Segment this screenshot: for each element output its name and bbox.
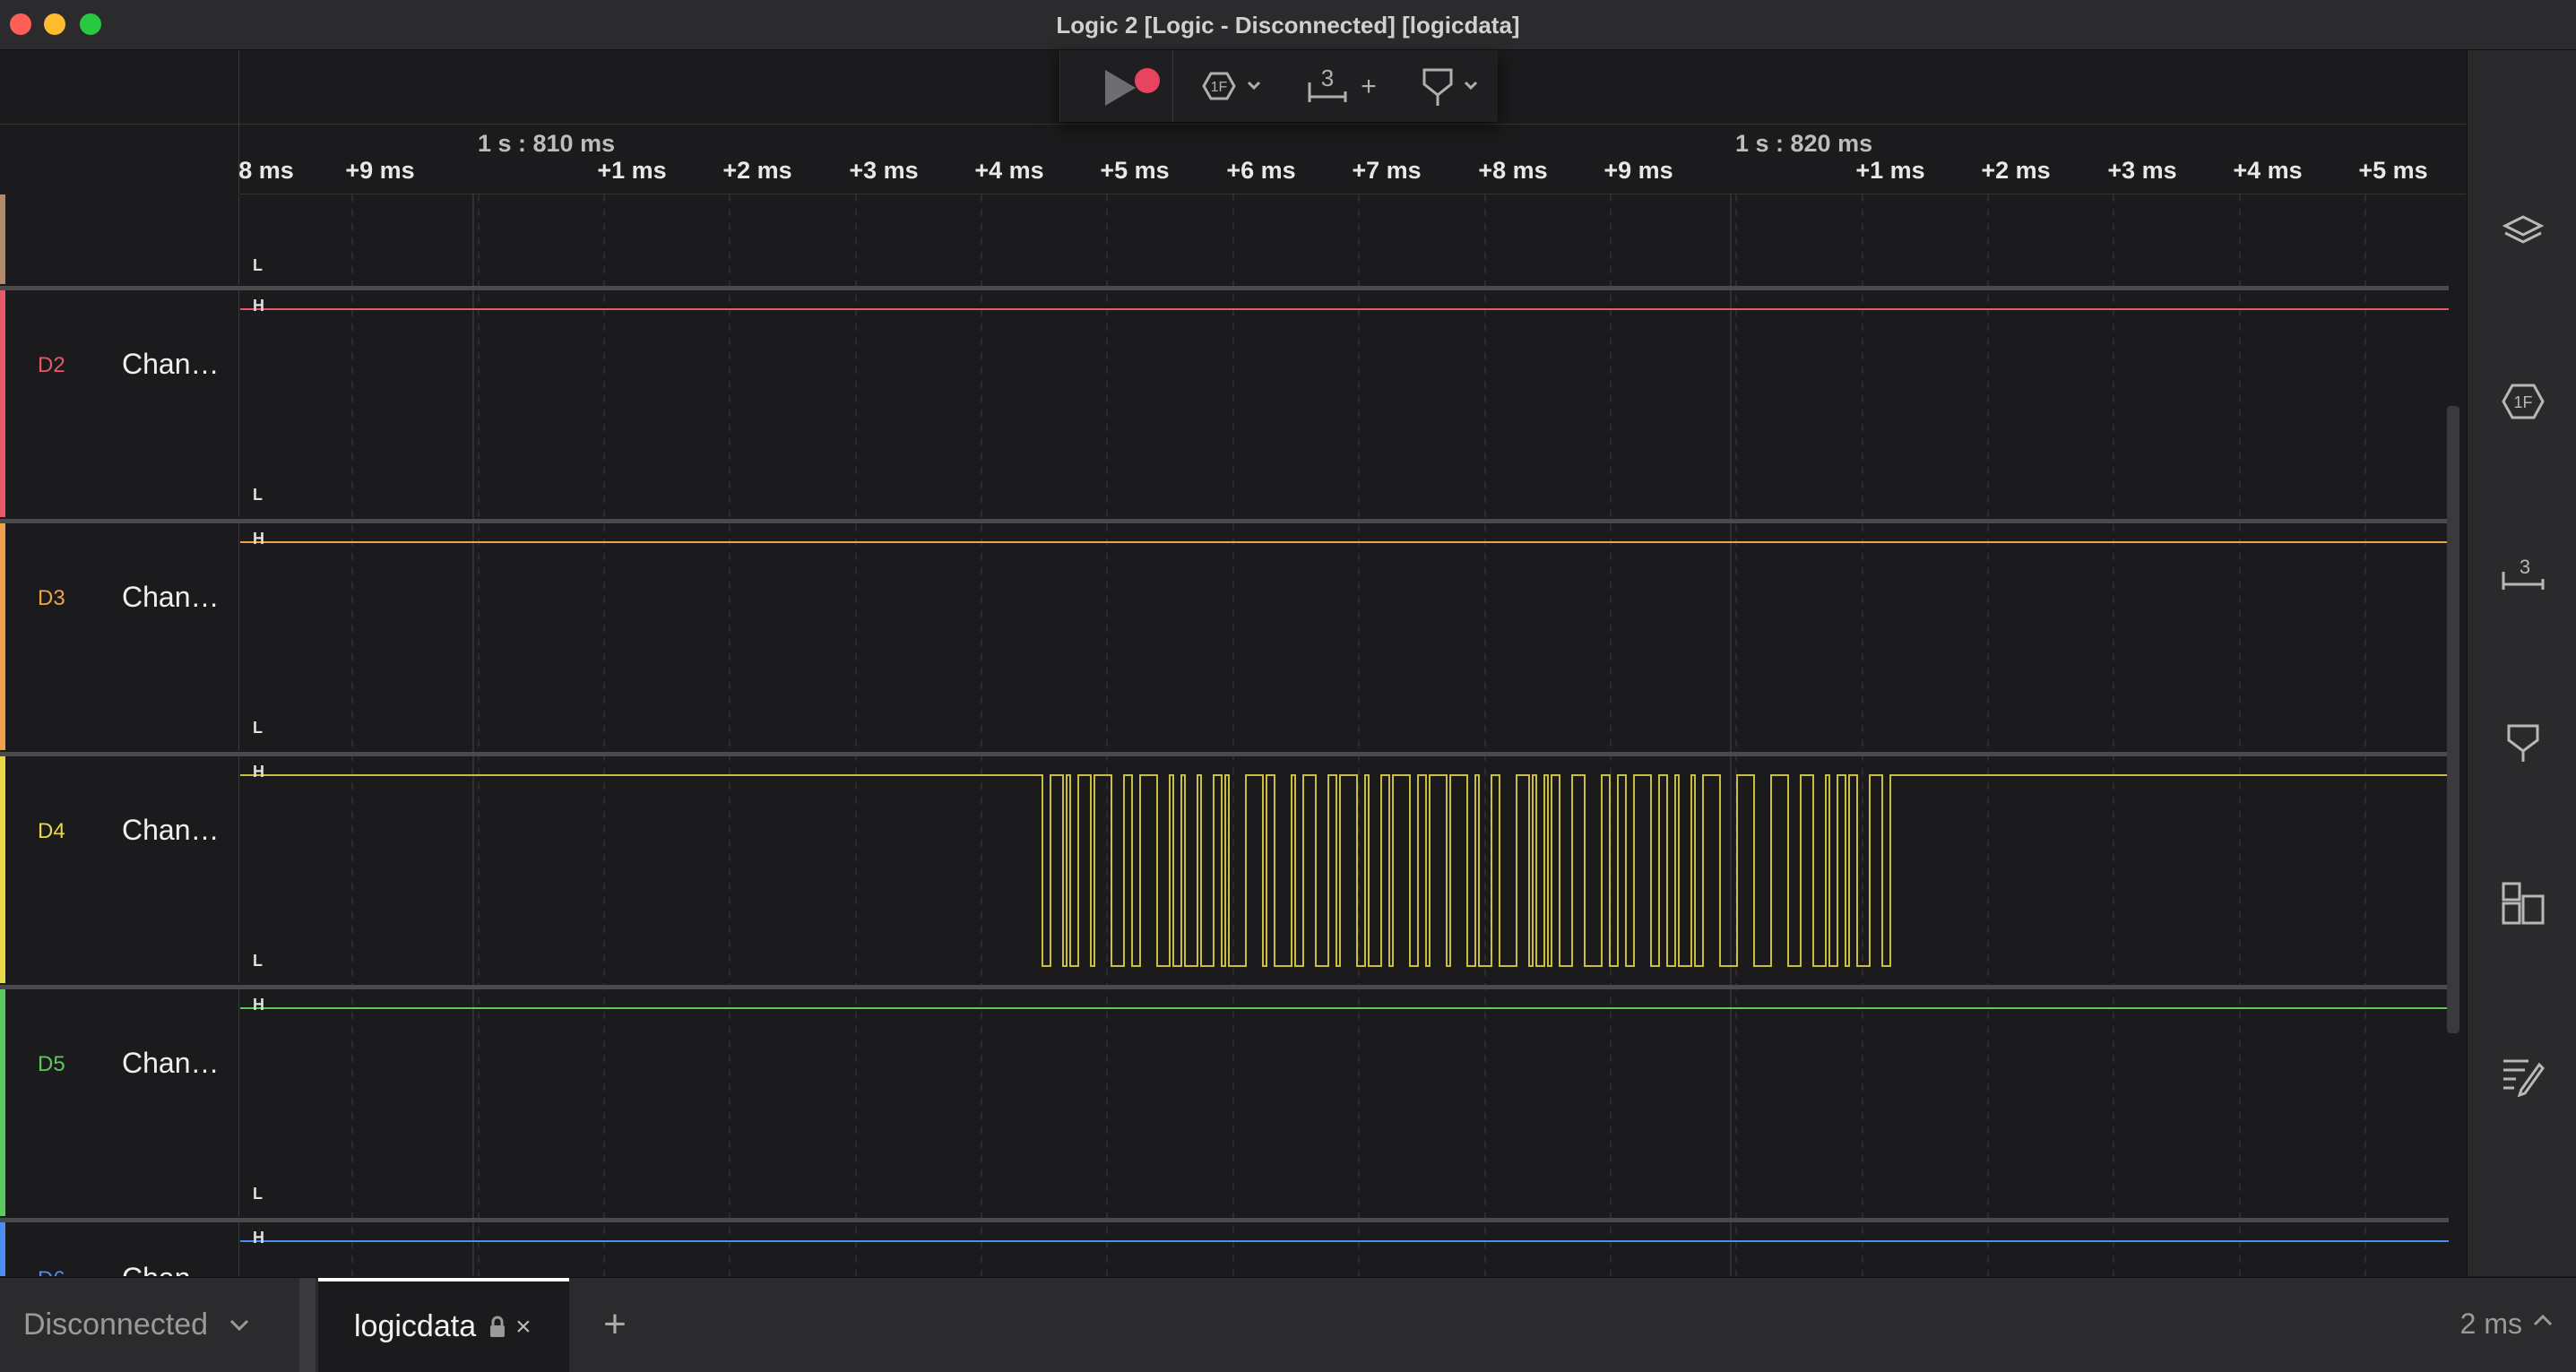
tab-separator: [299, 1278, 316, 1372]
channel-color-bar: [0, 756, 5, 983]
channel-row-d4[interactable]: D4 Chan… H L: [0, 756, 2466, 983]
measure-icon: 3 +: [1308, 65, 1377, 102]
device-selector[interactable]: Disconnected: [0, 1278, 296, 1372]
layers-icon[interactable]: [2500, 208, 2546, 255]
channel-color-bar: [0, 523, 5, 750]
ruler-tick: +4 ms: [2233, 157, 2303, 184]
trigger-settings-button[interactable]: 1F: [1195, 61, 1275, 111]
chevron-up-icon[interactable]: [2533, 1314, 2553, 1326]
extensions-icon[interactable]: [2500, 880, 2546, 927]
channel-name[interactable]: Chan…: [122, 1262, 220, 1276]
record-dot-icon: [1135, 68, 1160, 93]
channel-name[interactable]: Chan…: [122, 814, 220, 847]
svg-text:1F: 1F: [1211, 80, 1228, 95]
ruler-tick: +3 ms: [849, 157, 919, 184]
low-level-marker: L: [253, 719, 263, 737]
add-measurement-button[interactable]: 3 +: [1302, 61, 1392, 111]
ruler-tick: +8 ms: [1478, 157, 1548, 184]
ruler-tick: +9 ms: [345, 157, 415, 184]
time-ruler[interactable]: 1 s : 810 ms 1 s : 820 ms 8 ms +9 ms +1 …: [238, 125, 2466, 194]
ruler-tick: +2 ms: [722, 157, 792, 184]
window-title: Logic 2 [Logic - Disconnected] [logicdat…: [1056, 12, 1520, 39]
zoom-level-label[interactable]: 2 ms: [2460, 1307, 2522, 1341]
high-level-marker: H: [253, 763, 264, 781]
channel-name[interactable]: Chan…: [122, 1047, 220, 1080]
channel-row-d3[interactable]: D3 Chan… H L: [0, 523, 2466, 750]
channel-label-header: [0, 50, 239, 194]
channel-row-d2[interactable]: D2 Chan… H L: [0, 290, 2466, 517]
chevron-down-icon: [1247, 81, 1261, 91]
ruler-tick: +2 ms: [1981, 157, 2051, 184]
ruler-major-label: 1 s : 810 ms: [478, 130, 616, 157]
analyzers-icon[interactable]: 1F: [2500, 378, 2546, 425]
channel-row[interactable]: L: [0, 194, 2466, 284]
capture-toolbar: 1F 3 +: [1059, 50, 1498, 122]
channel-row-d6[interactable]: D6 Chan… H: [0, 1222, 2466, 1276]
ruler-major-label: 1 s : 820 ms: [1735, 130, 1873, 157]
notes-icon[interactable]: [2500, 1050, 2546, 1097]
channel-row-d5[interactable]: D5 Chan… H L: [0, 989, 2466, 1216]
measurements-icon[interactable]: 3: [2500, 548, 2546, 595]
capture-toolbar-area: 1F 3 +: [0, 50, 2466, 125]
svg-text:3: 3: [2520, 556, 2530, 578]
close-tab-button[interactable]: ×: [515, 1312, 532, 1342]
ruler-tick: +7 ms: [1352, 157, 1422, 184]
high-level-marker: H: [253, 297, 264, 315]
tab-label: logicdata: [354, 1309, 477, 1343]
high-level-marker: H: [253, 1229, 264, 1247]
channel-id: D2: [38, 353, 65, 377]
right-sidebar: 1F 3: [2467, 50, 2576, 1276]
tab-logicdata[interactable]: logicdata ×: [318, 1278, 569, 1372]
vertical-scrollbar[interactable]: [2447, 406, 2459, 1033]
ruler-tick: +5 ms: [2358, 157, 2428, 184]
lock-icon: [490, 1316, 506, 1337]
channel-id: D5: [38, 1052, 65, 1076]
chevron-down-icon: [1464, 81, 1478, 91]
ruler-tick: +6 ms: [1226, 157, 1296, 184]
low-level-marker: L: [253, 486, 263, 504]
status-bar: Disconnected logicdata × + 2 ms: [0, 1277, 2576, 1372]
channel-color-bar: [0, 1222, 5, 1276]
add-tab-button[interactable]: +: [588, 1298, 642, 1351]
ruler-tick: +1 ms: [597, 157, 667, 184]
low-level-marker: L: [253, 1185, 263, 1203]
start-capture-button[interactable]: [1096, 61, 1161, 111]
ruler-tick: 8 ms: [238, 157, 294, 184]
channel-color-bar: [0, 194, 5, 284]
high-level-marker: H: [253, 996, 264, 1014]
channel-list: L D2 Chan… H L D3 Chan… H L D4 Chan… H L…: [0, 194, 2466, 1276]
chevron-down-icon: [229, 1319, 249, 1331]
trigger-icon: 1F: [1202, 72, 1261, 100]
svg-text:3: 3: [1321, 65, 1334, 91]
high-level-marker: H: [253, 530, 264, 548]
ruler-tick: +9 ms: [1604, 157, 1673, 184]
channel-id: D3: [38, 586, 65, 610]
low-level-marker: L: [253, 952, 263, 970]
timing-markers-icon[interactable]: [2500, 719, 2546, 765]
marker-icon: [1422, 68, 1478, 106]
svg-text:1F: 1F: [2513, 393, 2532, 411]
channel-id: D6: [38, 1267, 65, 1276]
ruler-tick: +1 ms: [1855, 157, 1925, 184]
channel-id: D4: [38, 819, 65, 843]
window-titlebar: Logic 2 [Logic - Disconnected] [logicdat…: [0, 0, 2576, 50]
channel-color-bar: [0, 290, 5, 517]
channel-name[interactable]: Chan…: [122, 348, 220, 381]
ruler-tick: +3 ms: [2107, 157, 2177, 184]
channel-color-bar: [0, 989, 5, 1216]
svg-text:+: +: [1361, 72, 1377, 101]
low-level-marker: L: [253, 256, 263, 274]
toolbar-separator: [1172, 50, 1173, 122]
add-marker-button[interactable]: [1419, 61, 1491, 111]
ruler-tick: +5 ms: [1100, 157, 1170, 184]
device-status-label: Disconnected: [23, 1307, 209, 1342]
channel-name[interactable]: Chan…: [122, 581, 220, 614]
ruler-tick: +4 ms: [974, 157, 1044, 184]
play-icon: [1105, 68, 1160, 106]
